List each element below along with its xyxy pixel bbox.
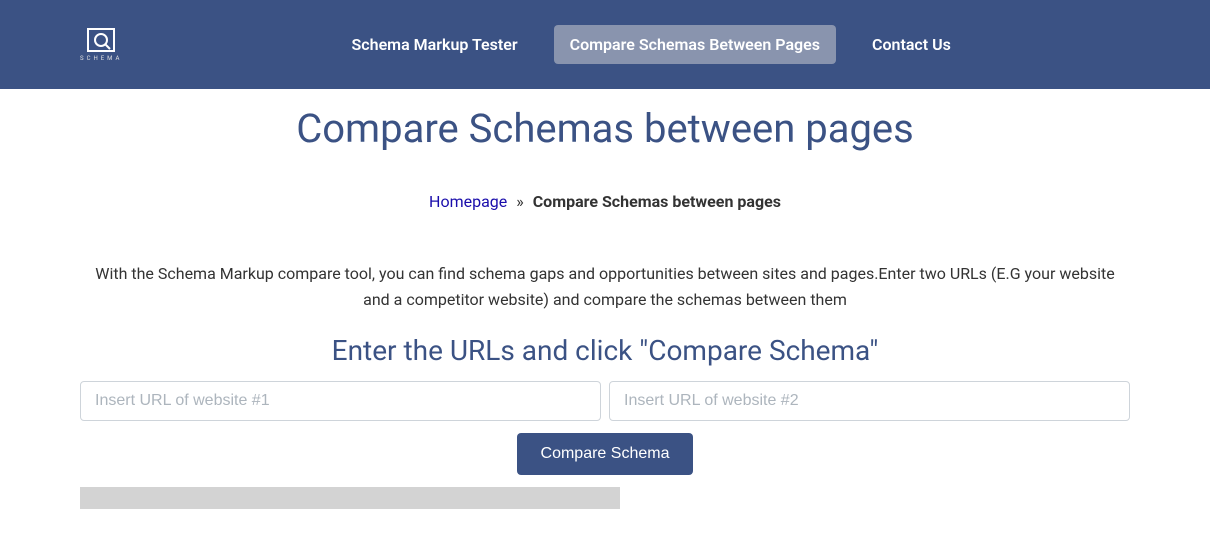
url-input-1[interactable] — [80, 381, 601, 421]
page-title: Compare Schemas between pages — [80, 105, 1130, 152]
nav-link-compare-schemas[interactable]: Compare Schemas Between Pages — [554, 25, 836, 64]
main-content: Compare Schemas between pages Homepage »… — [0, 105, 1210, 509]
form-title: Enter the URLs and click "Compare Schema… — [80, 334, 1130, 367]
logo-text: SCHEMA — [80, 55, 122, 62]
breadcrumb-current: Compare Schemas between pages — [533, 192, 781, 211]
result-placeholder-bar — [80, 487, 620, 509]
navbar: SCHEMA Schema Markup Tester Compare Sche… — [0, 0, 1210, 89]
logo-icon — [86, 27, 116, 53]
url-input-2[interactable] — [609, 381, 1130, 421]
compare-schema-button[interactable]: Compare Schema — [517, 433, 694, 475]
breadcrumb-home-link[interactable]: Homepage — [429, 192, 507, 211]
description-text: With the Schema Markup compare tool, you… — [80, 261, 1130, 312]
breadcrumb: Homepage » Compare Schemas between pages — [80, 192, 1130, 211]
breadcrumb-separator: » — [516, 192, 524, 211]
url-inputs-row — [80, 381, 1130, 421]
nav-link-contact-us[interactable]: Contact Us — [856, 25, 967, 64]
button-row: Compare Schema — [80, 433, 1130, 475]
nav-link-schema-markup-tester[interactable]: Schema Markup Tester — [336, 25, 534, 64]
nav-links: Schema Markup Tester Compare Schemas Bet… — [336, 25, 967, 64]
logo[interactable]: SCHEMA — [80, 27, 122, 62]
